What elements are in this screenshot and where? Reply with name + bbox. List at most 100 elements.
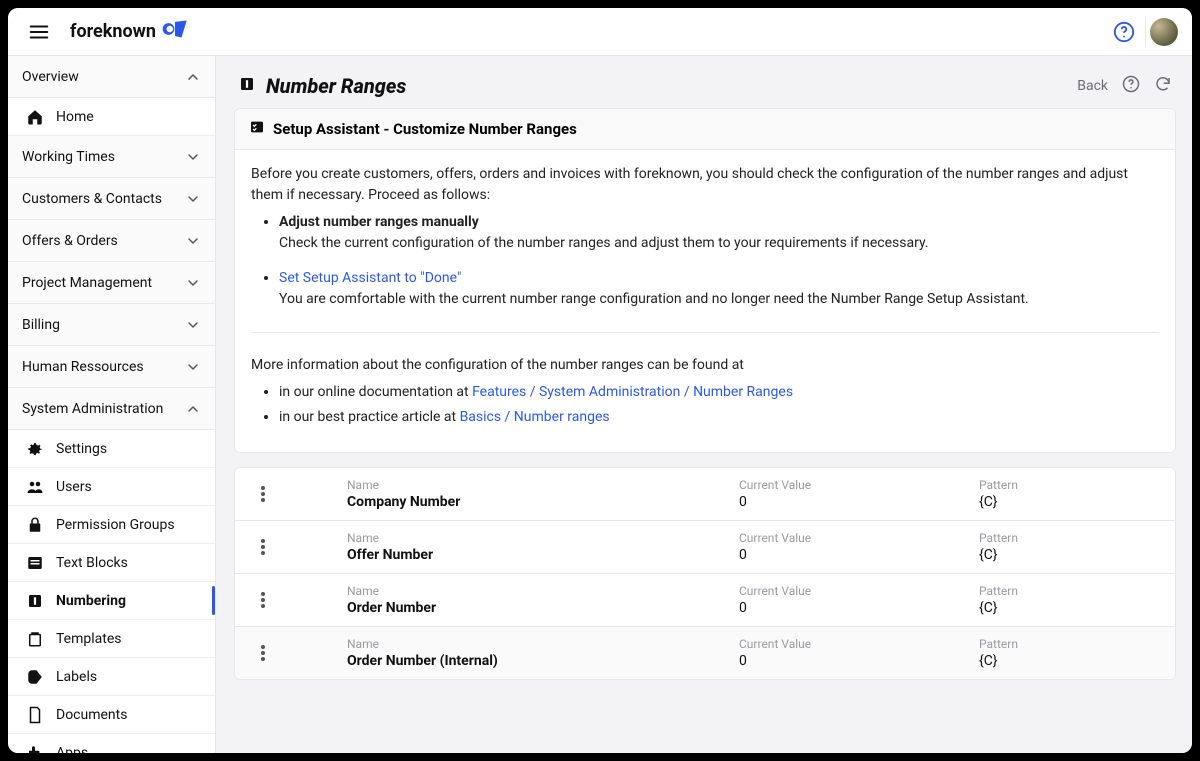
table-row[interactable]: Name Offer Number Current Value 0 Patter… — [235, 521, 1175, 574]
sidebar-item-label: Templates — [56, 631, 122, 647]
refresh-icon[interactable] — [1154, 75, 1172, 97]
sidebar-group-hr[interactable]: Human Ressources — [8, 346, 215, 388]
col-label: Current Value — [739, 637, 963, 651]
sidebar-group-billing[interactable]: Billing — [8, 304, 215, 346]
sidebar-item-label: Users — [56, 479, 92, 495]
cell-value: Order Number — [347, 600, 723, 616]
setup-assistant-card: Setup Assistant - Customize Number Range… — [234, 108, 1176, 453]
sidebar-group-customers[interactable]: Customers & Contacts — [8, 178, 215, 220]
cell-value: {C} — [979, 600, 1163, 616]
sidebar-group-label: Working Times — [22, 149, 115, 165]
sidebar-group-pm[interactable]: Project Management — [8, 262, 215, 304]
row-menu-icon[interactable] — [239, 539, 287, 555]
sidebar-item-users[interactable]: Users — [8, 468, 215, 506]
sidebar-item-textblocks[interactable]: Text Blocks — [8, 544, 215, 582]
table-row[interactable]: Name Order Number (Internal) Current Val… — [235, 627, 1175, 679]
puzzle-icon — [26, 744, 44, 754]
cell-name: Name Order Number (Internal) — [287, 637, 731, 669]
cell-value: Offer Number — [347, 547, 723, 563]
col-label: Name — [347, 531, 723, 545]
brand[interactable]: foreknown — [70, 19, 188, 44]
col-label: Pattern — [979, 531, 1163, 545]
sidebar-item-label: Settings — [56, 441, 107, 457]
table-row[interactable]: Name Company Number Current Value 0 Patt… — [235, 468, 1175, 521]
chevron-down-icon — [185, 191, 201, 207]
card-header: Setup Assistant - Customize Number Range… — [235, 109, 1175, 150]
sidebar-item-labels[interactable]: Labels — [8, 658, 215, 696]
checklist-icon — [249, 119, 265, 139]
sidebar-group-label: Billing — [22, 317, 60, 333]
sidebar-group-offers[interactable]: Offers & Orders — [8, 220, 215, 262]
sidebar-group-label: System Administration — [22, 401, 163, 417]
number-icon — [26, 592, 44, 610]
chevron-up-icon — [185, 401, 201, 417]
col-label: Pattern — [979, 584, 1163, 598]
chevron-down-icon — [185, 149, 201, 165]
cell-current: Current Value 0 — [731, 478, 971, 510]
table-row[interactable]: Name Order Number Current Value 0 Patter… — [235, 574, 1175, 627]
cell-value: {C} — [979, 547, 1163, 563]
step-title: Adjust number ranges manually — [279, 214, 479, 230]
home-icon — [26, 108, 44, 126]
sidebar-item-apps[interactable]: Apps — [8, 734, 215, 753]
topbar: foreknown — [8, 8, 1192, 56]
sidebar-group-working-times[interactable]: Working Times — [8, 136, 215, 178]
text: in our online documentation at — [279, 384, 472, 400]
col-label: Pattern — [979, 478, 1163, 492]
text-icon — [26, 554, 44, 572]
sidebar-item-settings[interactable]: Settings — [8, 430, 215, 468]
row-menu-icon[interactable] — [239, 486, 287, 502]
sidebar-group-label: Customers & Contacts — [22, 191, 162, 207]
page-title-text: Number Ranges — [266, 74, 406, 98]
main-content: Number Ranges Back Setup Assistant - Cus… — [216, 56, 1192, 753]
avatar[interactable] — [1150, 18, 1178, 46]
chevron-down-icon — [185, 359, 201, 375]
chevron-down-icon — [185, 233, 201, 249]
cell-pattern: Pattern {C} — [971, 531, 1171, 563]
sidebar-item-label: Apps — [56, 745, 88, 754]
sidebar-item-permissions[interactable]: Permission Groups — [8, 506, 215, 544]
sidebar-item-numbering[interactable]: Numbering — [8, 582, 215, 620]
back-button[interactable]: Back — [1077, 78, 1108, 94]
row-menu-icon[interactable] — [239, 592, 287, 608]
cell-current: Current Value 0 — [731, 584, 971, 616]
sidebar-overview[interactable]: Overview — [8, 56, 215, 98]
sidebar-item-templates[interactable]: Templates — [8, 620, 215, 658]
sidebar-item-documents[interactable]: Documents — [8, 696, 215, 734]
card-header-text: Setup Assistant - Customize Number Range… — [273, 120, 577, 138]
sidebar-group-sysadmin[interactable]: System Administration — [8, 388, 215, 430]
page-title: Number Ranges — [238, 74, 406, 98]
row-menu-icon[interactable] — [239, 645, 287, 661]
sidebar-group-label: Offers & Orders — [22, 233, 118, 249]
help-icon[interactable] — [1107, 15, 1141, 49]
gear-icon — [26, 440, 44, 458]
set-done-link[interactable]: Set Setup Assistant to "Done" — [279, 270, 461, 286]
step-body: Check the current configuration of the n… — [279, 235, 929, 251]
assistant-step-2: Set Setup Assistant to "Done" You are co… — [279, 268, 1159, 310]
number-range-list: Name Company Number Current Value 0 Patt… — [234, 467, 1176, 680]
doc-link-features[interactable]: Features / System Administration / Numbe… — [472, 384, 793, 400]
step-body: You are comfortable with the current num… — [279, 291, 1029, 307]
help-icon[interactable] — [1122, 75, 1140, 97]
page-header: Number Ranges Back — [234, 68, 1176, 108]
document-icon — [26, 706, 44, 724]
assistant-step-1: Adjust number ranges manually Check the … — [279, 212, 1159, 254]
menu-icon[interactable] — [22, 15, 56, 49]
cell-value: Company Number — [347, 494, 723, 510]
lock-icon — [26, 516, 44, 534]
sidebar-item-home[interactable]: Home — [8, 98, 215, 136]
sidebar-item-label: Home — [56, 109, 94, 125]
chevron-up-icon — [185, 69, 201, 85]
sidebar-group-label: Human Ressources — [22, 359, 144, 375]
sidebar-item-label: Text Blocks — [56, 555, 128, 571]
cell-name: Name Order Number — [287, 584, 731, 616]
col-label: Name — [347, 478, 723, 492]
cell-value: {C} — [979, 653, 1163, 669]
cell-value: 0 — [739, 600, 963, 616]
col-label: Current Value — [739, 478, 963, 492]
text: in our best practice article at — [279, 409, 460, 425]
assistant-intro: Before you create customers, offers, ord… — [251, 164, 1159, 206]
col-label: Current Value — [739, 531, 963, 545]
topbar-divider — [1145, 18, 1146, 46]
doc-link-basics[interactable]: Basics / Number ranges — [460, 409, 610, 425]
